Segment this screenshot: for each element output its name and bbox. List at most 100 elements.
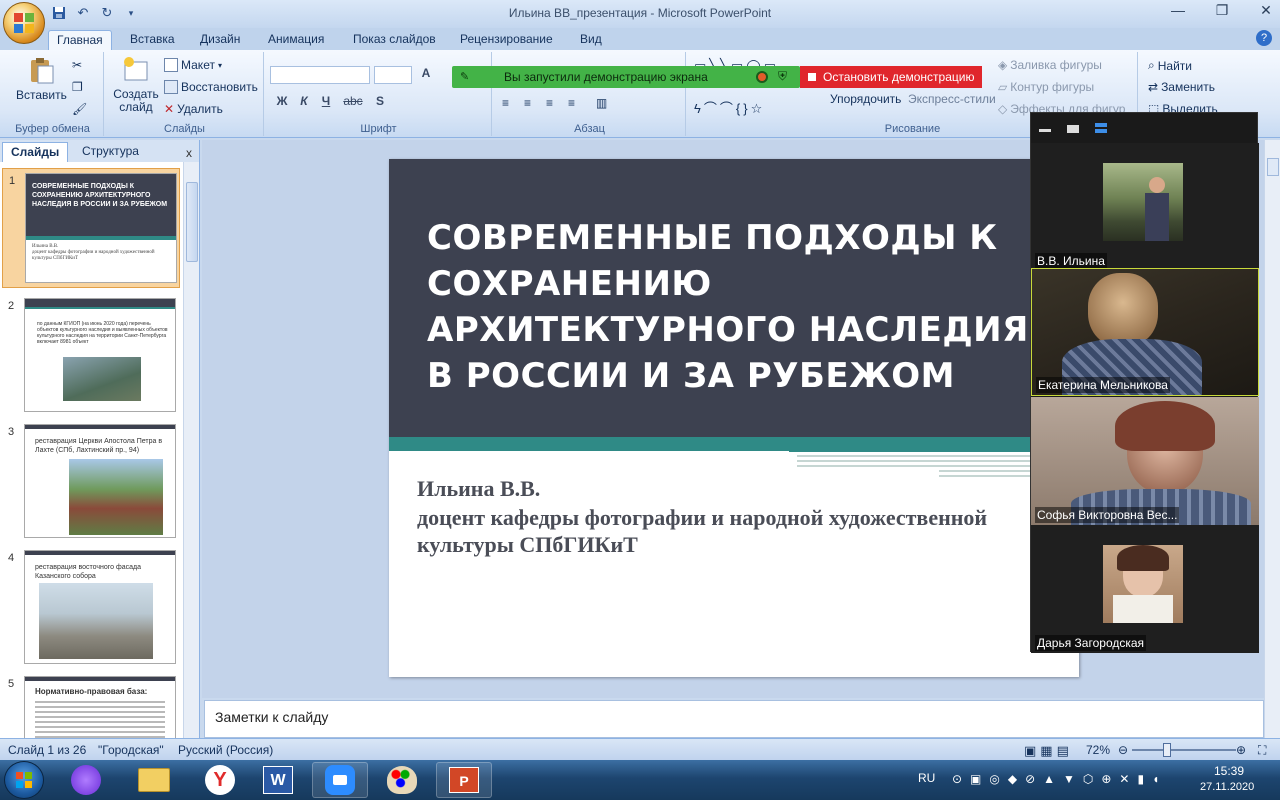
zoom-in-icon[interactable]: ⊕ bbox=[1236, 743, 1246, 757]
tab-insert[interactable]: Вставка bbox=[122, 30, 183, 50]
shapes-gallery-row2[interactable]: ϟ⌒⌒{}☆ bbox=[694, 98, 765, 117]
clock-time[interactable]: 15:39 bbox=[1214, 764, 1244, 778]
grow-font-icon[interactable]: A bbox=[416, 66, 436, 84]
align-center-icon[interactable]: ≡ bbox=[524, 96, 531, 110]
tab-view[interactable]: Вид bbox=[572, 30, 610, 50]
shape-fill-button[interactable]: ◈ Заливка фигуры bbox=[998, 58, 1102, 72]
slide-thumb-5[interactable]: 5 Нормативно-правовая база: bbox=[2, 672, 180, 738]
stop-share-button[interactable]: Остановить демонстрацию bbox=[800, 66, 982, 88]
start-button[interactable] bbox=[4, 761, 44, 799]
fit-slide-icon[interactable]: ⛶ bbox=[1258, 743, 1266, 758]
maximize-icon[interactable]: ❐ bbox=[1212, 2, 1232, 19]
taskbar-zoom[interactable] bbox=[312, 762, 368, 798]
columns-icon[interactable]: ▥ bbox=[596, 96, 607, 110]
taskbar-yandex[interactable]: Y bbox=[192, 762, 248, 798]
tab-slides[interactable]: Слайды bbox=[2, 142, 69, 162]
tab-slideshow[interactable]: Показ слайдов bbox=[345, 30, 444, 50]
slide-title[interactable]: СОВРЕМЕННЫЕ ПОДХОДЫ К СОХРАНЕНИЮ АРХИТЕК… bbox=[427, 215, 1067, 399]
zoom-level[interactable]: 72% bbox=[1086, 743, 1110, 757]
taskbar-alice[interactable] bbox=[58, 762, 114, 798]
new-slide-button[interactable]: Создать слайд bbox=[112, 56, 160, 114]
slide-thumb-3[interactable]: 3 реставрация Церкви Апостола Петра в Ла… bbox=[2, 420, 180, 540]
folder-icon bbox=[138, 768, 170, 792]
help-icon[interactable]: ? bbox=[1256, 30, 1272, 46]
taskbar-paint[interactable] bbox=[374, 762, 430, 798]
italic-button[interactable]: К bbox=[294, 94, 314, 112]
cut-button[interactable]: ✂ bbox=[72, 58, 82, 72]
replace-button[interactable]: ⇄ Заменить bbox=[1148, 80, 1215, 94]
layout-button[interactable]: Макет ▾ bbox=[164, 58, 222, 72]
tab-home[interactable]: Главная bbox=[48, 30, 112, 50]
layout-icon bbox=[164, 58, 178, 72]
panel-close-icon[interactable]: x bbox=[186, 146, 192, 160]
underline-button[interactable]: Ч bbox=[316, 94, 336, 112]
delete-slide-button[interactable]: ✕ Удалить bbox=[164, 102, 223, 116]
current-slide[interactable]: СОВРЕМЕННЫЕ ПОДХОДЫ К СОХРАНЕНИЮ АРХИТЕК… bbox=[389, 159, 1079, 677]
slide-thumb-2[interactable]: 2 по данным КГИОП (на июнь 2020 года) пе… bbox=[2, 294, 180, 414]
zoom-slider[interactable] bbox=[1132, 749, 1236, 751]
language-indicator[interactable]: Русский (Россия) bbox=[178, 743, 273, 757]
zoom-slider-handle[interactable] bbox=[1163, 743, 1171, 757]
format-painter-button[interactable]: 🖌 bbox=[72, 102, 87, 116]
slide-subtitle[interactable]: Ильина В.В. доцент кафедры фотографии и … bbox=[417, 475, 1057, 558]
find-button[interactable]: ⌕ Найти bbox=[1148, 58, 1192, 73]
group-paragraph: ≡ ≡ ≡ ≡ ▥ Абзац bbox=[494, 52, 686, 136]
view-buttons[interactable]: ▣▦▤ bbox=[1024, 743, 1073, 759]
gallery-view-icon[interactable] bbox=[1095, 123, 1107, 127]
shape-outline-button[interactable]: ▱ Контур фигуры bbox=[998, 80, 1094, 94]
participant-tile-2[interactable]: Екатерина Мельникова bbox=[1031, 268, 1259, 396]
font-size-combo[interactable] bbox=[374, 66, 412, 84]
tab-design[interactable]: Дизайн bbox=[192, 30, 248, 50]
zoom-out-icon[interactable]: ⊖ bbox=[1118, 743, 1128, 757]
align-left-icon[interactable]: ≡ bbox=[502, 96, 509, 110]
screen-share-bar[interactable]: ✎ Вы запустили демонстрацию экрана ⛨ bbox=[452, 66, 800, 88]
office-button[interactable] bbox=[3, 2, 45, 44]
group-label-font: Шрифт bbox=[360, 123, 397, 135]
single-view-icon[interactable] bbox=[1067, 125, 1079, 133]
tab-outline[interactable]: Структура bbox=[74, 142, 147, 162]
dropdown-icon: ▾ bbox=[217, 60, 222, 70]
align-right-icon[interactable]: ≡ bbox=[546, 96, 553, 110]
binoculars-icon: ⌕ bbox=[1148, 58, 1155, 72]
paste-button[interactable]: Вставить bbox=[16, 56, 67, 102]
thumb-photo bbox=[69, 459, 163, 535]
slides-panel: Слайды Структура x 1 СОВРЕМЕННЫЕ ПОДХОДЫ… bbox=[0, 140, 200, 738]
taskbar-explorer[interactable] bbox=[126, 762, 182, 798]
participant-tile-1[interactable]: В.В. Ильина bbox=[1031, 143, 1259, 271]
minimize-icon[interactable]: — bbox=[1168, 2, 1188, 19]
tab-animation[interactable]: Анимация bbox=[260, 30, 332, 50]
reset-button[interactable]: Восстановить bbox=[164, 80, 258, 94]
record-icon[interactable] bbox=[756, 71, 768, 83]
alice-icon bbox=[71, 765, 101, 795]
group-font: A Ж К Ч abc S Шрифт bbox=[266, 52, 492, 136]
shadow-button[interactable]: S bbox=[370, 94, 390, 112]
arrange-button[interactable]: Упорядочить bbox=[830, 92, 901, 106]
taskbar-powerpoint[interactable]: P bbox=[436, 762, 492, 798]
font-family-combo[interactable] bbox=[270, 66, 370, 84]
editor-scrollbar[interactable] bbox=[1264, 140, 1280, 738]
theme-name: "Городская" bbox=[98, 743, 164, 757]
bold-button[interactable]: Ж bbox=[272, 94, 292, 112]
justify-icon[interactable]: ≡ bbox=[568, 96, 575, 110]
slide-thumb-1[interactable]: 1 СОВРЕМЕННЫЕ ПОДХОДЫ К СОХРАНЕНИЮ АРХИТ… bbox=[2, 168, 180, 288]
close-icon[interactable]: ✕ bbox=[1256, 2, 1276, 19]
reset-icon bbox=[164, 80, 178, 94]
thumbnails-scrollbar[interactable] bbox=[183, 162, 199, 738]
notes-pane[interactable]: Заметки к слайду bbox=[204, 700, 1264, 738]
title-bar: ↶ ↻ ▾ Ильина ВВ_презентация - Microsoft … bbox=[0, 0, 1280, 28]
taskbar-word[interactable]: W bbox=[250, 762, 306, 798]
input-language[interactable]: RU bbox=[918, 771, 935, 785]
minimize-panel-icon[interactable] bbox=[1039, 129, 1051, 132]
participant-tile-3[interactable]: Софья Викторовна Вес... bbox=[1031, 397, 1259, 525]
zoom-app-icon bbox=[325, 765, 355, 795]
slide-counter: Слайд 1 из 26 bbox=[8, 743, 87, 757]
copy-button[interactable]: ❐ bbox=[72, 80, 83, 94]
clock-date[interactable]: 27.11.2020 bbox=[1200, 781, 1254, 793]
quick-styles-button[interactable]: Экспресс-стили bbox=[908, 92, 996, 106]
tab-review[interactable]: Рецензирование bbox=[452, 30, 561, 50]
strikethrough-button[interactable]: abc bbox=[340, 94, 366, 112]
group-label-slides: Слайды bbox=[164, 123, 205, 135]
slide-thumb-4[interactable]: 4 реставрация восточного фасада Казанско… bbox=[2, 546, 180, 666]
tray-icons[interactable]: ⊙▣◎◆⊘▲▼⬡⊕✕▮◖ bbox=[952, 772, 1167, 786]
participant-tile-4[interactable]: Дарья Загородская bbox=[1031, 525, 1259, 653]
